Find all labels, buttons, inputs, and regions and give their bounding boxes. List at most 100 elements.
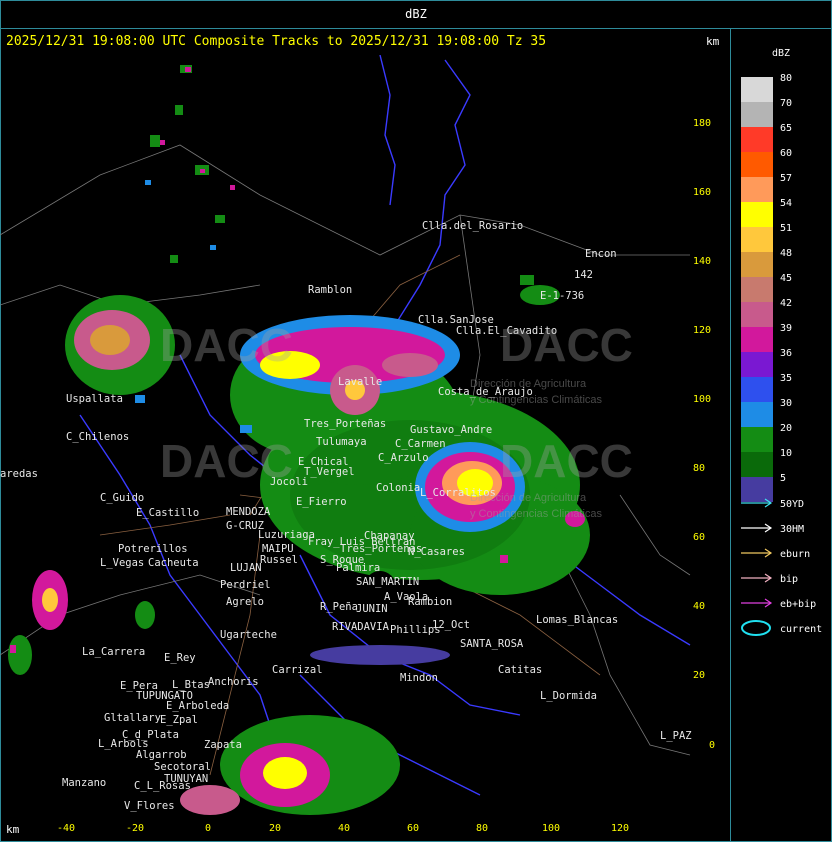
y-tick-label: 20 [693,670,706,681]
x-tick-label: 60 [406,823,420,834]
watermark-subtitle: Dirección de Agricultura [470,492,587,504]
echo-edge [310,645,450,665]
place-label: L_Btas [172,679,210,691]
y-tick-label: 80 [693,463,706,474]
place-label: V_Flores [124,800,175,812]
legend-value: 80 [780,73,793,84]
echo-speck [175,105,183,115]
watermark-subtitle: Dirección de Agricultura [470,378,587,390]
legend-value: 65 [780,123,793,134]
dept-line [559,554,691,756]
watermark-subtitle: y Contingencias Climáticas [470,394,603,406]
echo-speck [520,275,534,285]
legend-value: 10 [780,448,793,459]
place-label: Catitas [498,664,542,676]
legend-value: 48 [780,248,793,259]
place-label: Lavalle [338,376,382,388]
echo-speck [210,245,216,250]
place-label: Manzano [62,777,106,789]
y-tick-label: 180 [693,118,712,129]
place-label: Zapata [204,739,242,751]
km-unit-label-bottom: km [6,823,20,836]
place-label: E_Zpal [160,714,198,726]
place-label: LUJAN [230,562,262,574]
echo-cell [42,588,58,612]
place-label: Rambion [408,596,452,608]
y-tick-label: 0 [709,740,716,751]
dacc-watermark: DACC [500,435,633,487]
legend-swatch [741,77,773,102]
x-tick-label: 120 [610,823,630,834]
echo-speck [215,215,225,223]
echo-cell [382,353,438,377]
legend-swatch [741,377,773,402]
track-legend-label: 50YD [780,499,804,510]
legend-value: 51 [780,223,793,234]
place-label: E-1-736 [540,290,584,302]
place-label: Uspallata [66,393,123,405]
place-label: Potrerillos [118,543,188,555]
legend-value: 70 [780,98,793,109]
echo-speck [160,140,165,145]
legend-swatch [741,352,773,377]
place-label: C_Chilenos [66,431,129,443]
y-tick-label: 120 [693,325,712,336]
place-label: Tulumaya [316,436,367,448]
composite-header: 2025/12/31 19:08:00 UTC Composite Tracks… [6,34,547,49]
echo-speck [135,395,145,403]
place-label: R_Peña [320,601,358,613]
legend-swatch [741,427,773,452]
place-label: Perdriel [220,579,271,591]
track-legend-item: 30HM [741,523,804,535]
legend-swatch [741,202,773,227]
y-tick-label: 60 [693,532,706,543]
river-line [379,55,396,206]
place-label: RIVADAVIA [332,621,390,633]
legend-value: 30 [780,398,793,409]
legend-swatch [741,402,773,427]
place-label: 12_Oct [432,619,470,631]
track-legend-label: 30HM [780,524,804,535]
legend-swatch [741,102,773,127]
place-label: Ugarteche [220,629,277,641]
track-legend-item: 50YD [741,498,804,510]
echo-speck [145,180,151,185]
legend-swatch [741,227,773,252]
x-tick-label: -20 [125,823,145,834]
legend-swatch [741,452,773,477]
legend-value: 42 [780,298,793,309]
x-tick-label: -40 [56,823,76,834]
legend-value: 20 [780,423,793,434]
place-label: SANTA_ROSA [460,638,524,650]
legend-swatch [741,277,773,302]
place-label: E_Rey [164,652,196,664]
place-label: La_Carrera [82,646,145,658]
x-tick-label: 100 [541,823,561,834]
legend-swatch [741,302,773,327]
echo-speck [200,169,205,173]
track-legend-item: eburn [741,548,810,560]
place-label: Lomas_Blancas [536,614,618,626]
legend-value: 54 [780,198,793,209]
dacc-watermark: DACC [160,435,293,487]
legend-title: dBZ [772,48,791,59]
window-title: dBZ [405,7,427,21]
legend-value: 45 [780,273,793,284]
place-label: L_Dormida [540,690,597,702]
track-legend-item: eb+bip [741,598,816,610]
place-label: C_L_Rosas [134,780,191,792]
echo-speck [185,67,191,72]
echo-speck [500,555,508,563]
legend-value: 60 [780,148,793,159]
place-label: E_Fierro [296,496,347,508]
echo-speck [230,185,235,190]
place-label: Tres_Porteñas [304,418,386,430]
legend-value: 5 [780,473,787,484]
title-bar: dBZ [0,0,832,29]
place-label: Secotoral [154,761,211,773]
place-label: Gltallary [104,712,161,724]
place-label: 142 [574,269,593,281]
place-label: L_Vegas [100,557,144,569]
place-label: Ramblon [308,284,352,296]
y-tick-label: 160 [693,187,712,198]
